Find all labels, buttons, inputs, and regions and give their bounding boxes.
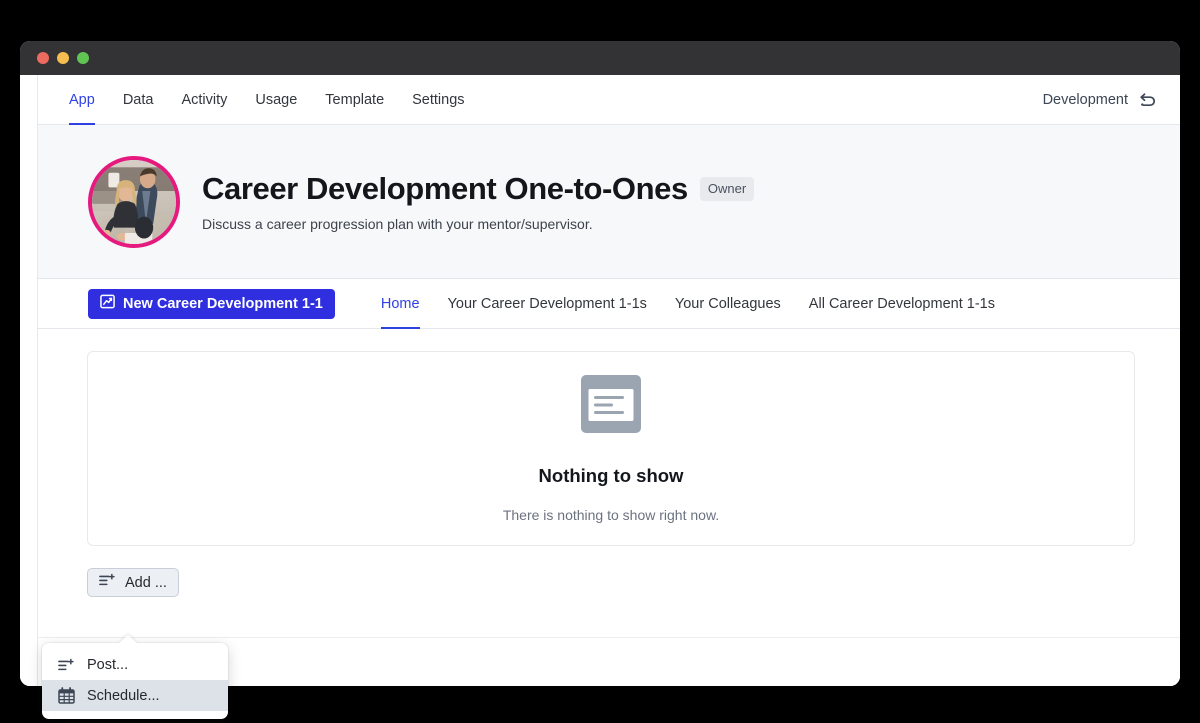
subtab-home[interactable]: Home: [367, 279, 434, 329]
tab-template-label: Template: [325, 91, 385, 108]
app-title-row: Career Development One-to-Ones Owner: [202, 171, 755, 207]
environment-switcher[interactable]: Development: [1043, 75, 1158, 124]
top-nav-tabs: App Data Activity Usage Template Setting…: [62, 75, 479, 125]
window-titlebar: [20, 41, 1180, 75]
tab-usage[interactable]: Usage: [241, 75, 311, 124]
tab-data-label: Data: [122, 91, 154, 108]
top-navigation: App Data Activity Usage Template Setting…: [38, 75, 1180, 125]
menu-item-post[interactable]: Post...: [42, 650, 228, 680]
app-subtitle: Discuss a career progression plan with y…: [202, 216, 593, 232]
tab-app-label: App: [69, 91, 95, 108]
undo-arrow-icon[interactable]: [1138, 91, 1158, 109]
status-badge: Owner: [699, 177, 755, 201]
sub-tabs: Home Your Career Development 1-1s Your C…: [367, 279, 1009, 329]
empty-state-title: Nothing to show: [538, 465, 684, 486]
calendar-icon: [58, 687, 75, 704]
subtab-your-career-dev-1-1s-label: Your Career Development 1-1s: [447, 295, 647, 312]
document-placeholder-icon: [580, 374, 642, 439]
subtab-home-label: Home: [380, 295, 420, 312]
popover-arrow: [118, 635, 138, 644]
new-career-development-label: New Career Development 1-1: [123, 295, 323, 312]
menu-item-post-label: Post...: [87, 657, 129, 673]
tab-usage-label: Usage: [255, 91, 298, 108]
tab-activity[interactable]: Activity: [167, 75, 241, 124]
minimize-window-button[interactable]: [57, 52, 69, 64]
chart-icon: [100, 294, 115, 313]
add-button-label: Add ...: [125, 574, 167, 591]
main-content: Nothing to show There is nothing to show…: [38, 329, 1180, 686]
tab-data[interactable]: Data: [109, 75, 168, 124]
avatar: [88, 155, 180, 248]
app-window: App Data Activity Usage Template Setting…: [20, 41, 1180, 719]
maximize-window-button[interactable]: [77, 52, 89, 64]
subtab-all-career-dev-1-1s[interactable]: All Career Development 1-1s: [795, 279, 1009, 328]
app-header: Career Development One-to-Ones Owner Dis…: [38, 125, 1180, 279]
add-menu-popover: Post... Schedule...: [42, 635, 228, 719]
app-column: App Data Activity Usage Template Setting…: [38, 75, 1180, 686]
action-bar: New Career Development 1-1 Home Your Car…: [38, 279, 1180, 329]
add-button[interactable]: Add ...: [87, 568, 179, 597]
menu-item-schedule-label: Schedule...: [87, 687, 160, 704]
app-title-block: Career Development One-to-Ones Owner Dis…: [202, 171, 755, 232]
environment-label: Development: [1042, 91, 1128, 108]
menu-item-schedule[interactable]: Schedule...: [42, 680, 228, 711]
empty-state-subtitle: There is nothing to show right now.: [502, 507, 720, 523]
list-plus-icon: [99, 573, 116, 592]
tab-settings[interactable]: Settings: [398, 75, 478, 124]
subtab-all-career-dev-1-1s-label: All Career Development 1-1s: [808, 295, 995, 312]
tab-activity-label: Activity: [181, 91, 228, 108]
list-plus-icon: [58, 658, 75, 673]
left-rail: [20, 75, 38, 686]
avatar-photo: [92, 159, 176, 244]
new-career-development-button[interactable]: New Career Development 1-1: [88, 288, 335, 319]
close-window-button[interactable]: [37, 52, 49, 64]
tab-template[interactable]: Template: [311, 75, 398, 124]
tab-settings-label: Settings: [412, 91, 465, 108]
empty-state-card: Nothing to show There is nothing to show…: [87, 351, 1135, 546]
subtab-your-colleagues[interactable]: Your Colleagues: [661, 279, 795, 328]
window-body: App Data Activity Usage Template Setting…: [20, 75, 1180, 686]
page-title: Career Development One-to-Ones: [202, 171, 688, 206]
subtab-your-colleagues-label: Your Colleagues: [674, 295, 781, 312]
tab-app[interactable]: App: [62, 75, 109, 125]
subtab-your-career-dev-1-1s[interactable]: Your Career Development 1-1s: [434, 279, 661, 328]
content-divider: [38, 637, 1180, 638]
